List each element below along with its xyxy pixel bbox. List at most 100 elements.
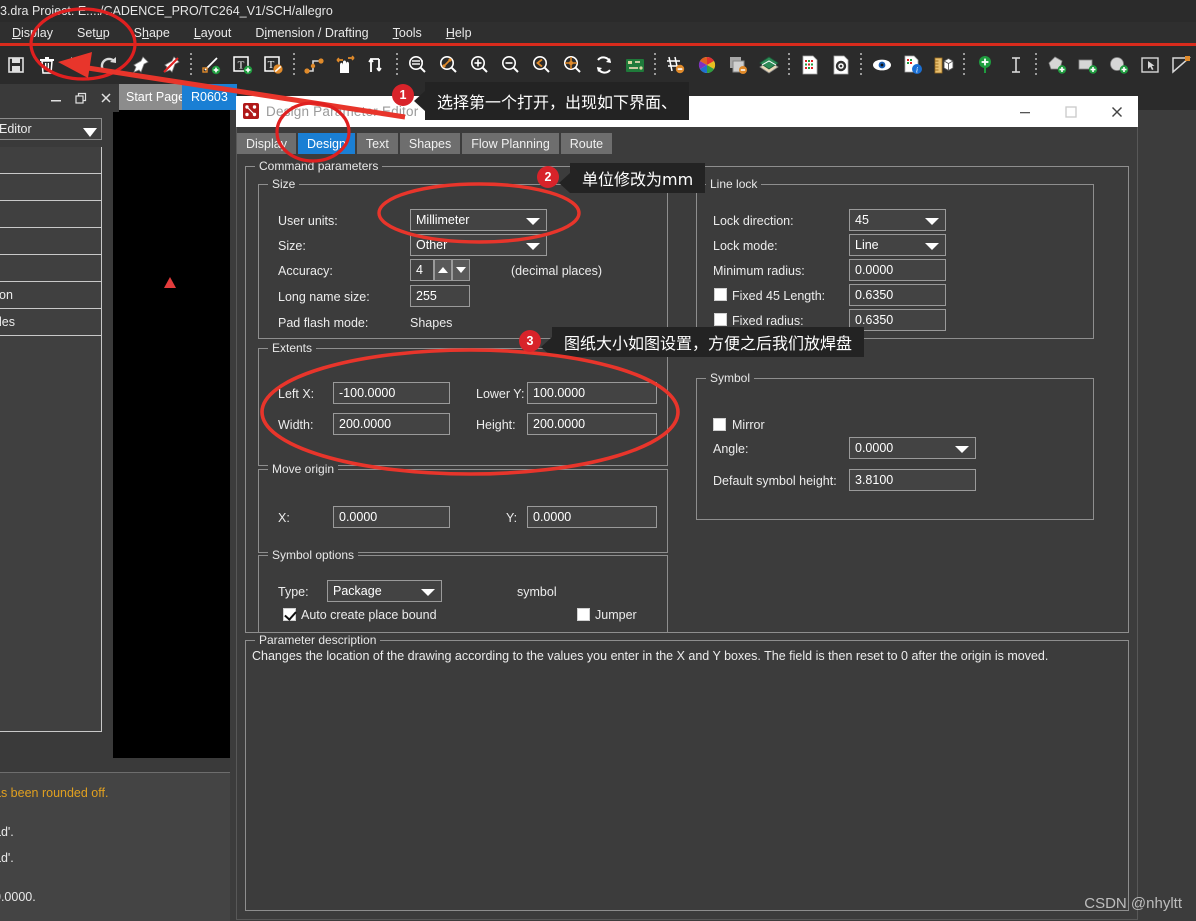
text-cursor-icon[interactable] <box>1000 48 1031 82</box>
menu-item-setup[interactable]: Setup <box>65 22 122 44</box>
panel-close-icon[interactable] <box>99 91 113 105</box>
slide-icon[interactable] <box>330 48 361 82</box>
list-item[interactable] <box>0 228 102 255</box>
size-label: Size: <box>278 239 306 253</box>
color-palette-icon[interactable] <box>691 48 722 82</box>
menu-item-shape[interactable]: Shape <box>122 22 182 44</box>
measure-icon[interactable] <box>928 48 959 82</box>
accuracy-input[interactable]: 4 <box>410 259 434 281</box>
fixed-45-length-checkbox[interactable] <box>714 288 727 301</box>
tab-shapes[interactable]: Shapes <box>400 133 460 154</box>
symbol-type-combo[interactable]: Package <box>327 580 442 602</box>
redo-icon[interactable] <box>93 48 124 82</box>
delete-text-icon[interactable]: T <box>258 48 289 82</box>
panel-minimize-icon[interactable] <box>49 91 63 105</box>
fixed-radius-checkbox[interactable] <box>714 313 727 326</box>
add-circle-icon[interactable] <box>1103 48 1134 82</box>
panel-restore-icon[interactable] <box>74 91 88 105</box>
list-item[interactable] <box>0 201 102 228</box>
subclass-icon[interactable] <box>753 48 784 82</box>
default-symbol-height-input[interactable]: 3.8100 <box>849 469 976 491</box>
menu-item-help[interactable]: Help <box>434 22 484 44</box>
long-name-size-input[interactable]: 255 <box>410 285 470 307</box>
menu-item-display[interactable]: Display <box>0 22 65 44</box>
dialog-close-button[interactable] <box>1094 96 1140 127</box>
dialog-minimize-button[interactable] <box>1002 96 1048 127</box>
list-item[interactable]: les <box>0 309 102 336</box>
lock-direction-combo[interactable]: 45 <box>849 209 946 231</box>
left-panel-mode-combo[interactable]: Editor <box>0 118 102 140</box>
accuracy-decrement-button[interactable] <box>452 259 470 281</box>
zoom-by-points-icon[interactable] <box>433 48 464 82</box>
board-icon[interactable] <box>619 48 650 82</box>
delete-icon[interactable] <box>31 48 62 82</box>
place-manual-icon[interactable] <box>969 48 1000 82</box>
move-origin-y-input[interactable]: 0.0000 <box>527 506 657 528</box>
pin-icon[interactable] <box>124 48 155 82</box>
visibility-icon[interactable] <box>866 48 897 82</box>
user-units-combo[interactable]: Millimeter <box>410 209 547 231</box>
lock-mode-combo[interactable]: Line <box>849 234 946 256</box>
list-item[interactable]: on <box>0 282 102 309</box>
tab-route[interactable]: Route <box>561 133 612 154</box>
refresh-icon[interactable] <box>588 48 619 82</box>
save-icon[interactable] <box>0 48 31 82</box>
auto-create-place-bound-checkbox[interactable] <box>283 608 296 621</box>
menu-item-tools[interactable]: Tools <box>381 22 434 44</box>
left-panel-splitter[interactable] <box>0 758 230 772</box>
list-item[interactable] <box>0 147 102 174</box>
size-group-label: Size <box>268 177 299 191</box>
move-origin-x-input[interactable]: 0.0000 <box>333 506 450 528</box>
toolbar-separator <box>1035 53 1037 77</box>
list-item[interactable] <box>0 336 102 732</box>
symbol-type-value: Package <box>333 584 382 598</box>
add-text-icon[interactable]: T <box>227 48 258 82</box>
unpin-icon[interactable] <box>155 48 186 82</box>
tab-flow-planning[interactable]: Flow Planning <box>462 133 559 154</box>
accuracy-increment-button[interactable] <box>434 259 452 281</box>
size-combo[interactable]: Other <box>410 234 547 256</box>
left-x-input[interactable]: -100.0000 <box>333 382 450 404</box>
zoom-fit-icon[interactable] <box>402 48 433 82</box>
property-icon[interactable] <box>825 48 856 82</box>
dialog-maximize-button[interactable] <box>1048 96 1094 127</box>
menu-item-layout[interactable]: Layout <box>182 22 244 44</box>
annotation-tail-2 <box>559 173 570 193</box>
swap-icon[interactable] <box>361 48 392 82</box>
angle-label: Angle: <box>713 442 748 456</box>
mirror-checkbox[interactable] <box>713 418 726 431</box>
tab-design[interactable]: Design <box>298 133 355 154</box>
move-icon[interactable] <box>1165 48 1196 82</box>
symbol-suffix-label: symbol <box>517 585 557 599</box>
height-input[interactable]: 200.0000 <box>527 413 657 435</box>
menu-item-dimension-drafting[interactable]: Dimension / Drafting <box>243 22 380 44</box>
tab-text[interactable]: Text <box>357 133 398 154</box>
zoom-out-icon[interactable] <box>495 48 526 82</box>
minimum-radius-input[interactable]: 0.0000 <box>849 259 946 281</box>
list-item[interactable] <box>0 174 102 201</box>
auto-create-place-bound-label: Auto create place bound <box>301 608 437 622</box>
left-panel-mode-value: Editor <box>0 122 32 136</box>
list-item[interactable] <box>0 255 102 282</box>
layer-copy-icon[interactable] <box>722 48 753 82</box>
chevron-down-icon <box>955 446 969 453</box>
zoom-previous-icon[interactable] <box>526 48 557 82</box>
add-line-icon[interactable] <box>196 48 227 82</box>
jumper-checkbox[interactable] <box>577 608 590 621</box>
angle-combo[interactable]: 0.0000 <box>849 437 976 459</box>
select-icon[interactable] <box>1134 48 1165 82</box>
width-input[interactable]: 200.0000 <box>333 413 450 435</box>
add-shape-icon[interactable] <box>1041 48 1072 82</box>
info-icon[interactable]: i <box>897 48 928 82</box>
add-connect-icon[interactable] <box>299 48 330 82</box>
report-icon[interactable] <box>794 48 825 82</box>
grid-toggle-icon[interactable] <box>660 48 691 82</box>
tab-display[interactable]: Display <box>237 133 296 154</box>
tab-r0603[interactable]: R0603 <box>182 84 237 110</box>
add-rect-icon[interactable] <box>1072 48 1103 82</box>
zoom-center-icon[interactable] <box>557 48 588 82</box>
zoom-in-icon[interactable] <box>464 48 495 82</box>
fixed-45-length-input[interactable]: 0.6350 <box>849 284 946 306</box>
lower-y-input[interactable]: 100.0000 <box>527 382 657 404</box>
undo-icon[interactable] <box>62 48 93 82</box>
